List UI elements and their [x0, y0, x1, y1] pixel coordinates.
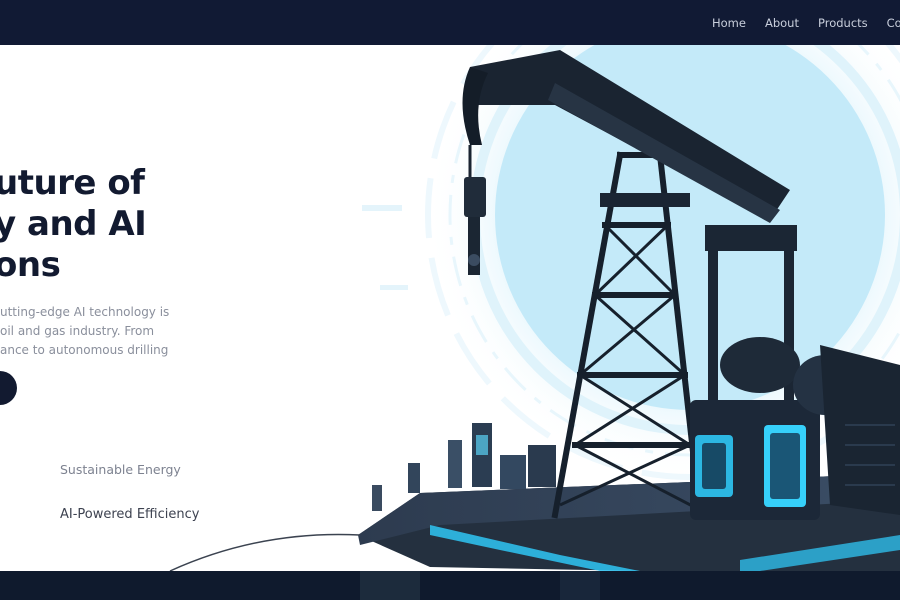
- nav-link-products[interactable]: Products: [818, 16, 868, 30]
- hero-description: utting-edge AI technology is oil and gas…: [0, 303, 169, 360]
- description-line-3: ance to autonomous drilling: [0, 343, 169, 357]
- hero-headline: uture of y and AI ons: [0, 163, 147, 286]
- headline-line-3: ons: [0, 245, 61, 285]
- headline-line-1: uture of: [0, 163, 145, 203]
- description-line-1: utting-edge AI technology is: [0, 305, 170, 319]
- next-section-image: [0, 571, 900, 600]
- nav-link-about[interactable]: About: [765, 16, 799, 30]
- nav-link-contact[interactable]: Cont: [887, 16, 900, 30]
- feature-sustainable-energy: Sustainable Energy: [60, 462, 181, 477]
- top-navigation-bar: Home About Products Cont: [0, 0, 900, 45]
- main-nav: Home About Products Cont: [712, 0, 900, 45]
- hero-section: uture of y and AI ons utting-edge AI tec…: [0, 45, 900, 571]
- description-line-2: oil and gas industry. From: [0, 324, 155, 338]
- headline-line-2: y and AI: [0, 204, 147, 244]
- next-section-preview: [0, 571, 900, 600]
- feature-ai-efficiency: AI-Powered Efficiency: [60, 507, 200, 522]
- nav-link-home[interactable]: Home: [712, 16, 746, 30]
